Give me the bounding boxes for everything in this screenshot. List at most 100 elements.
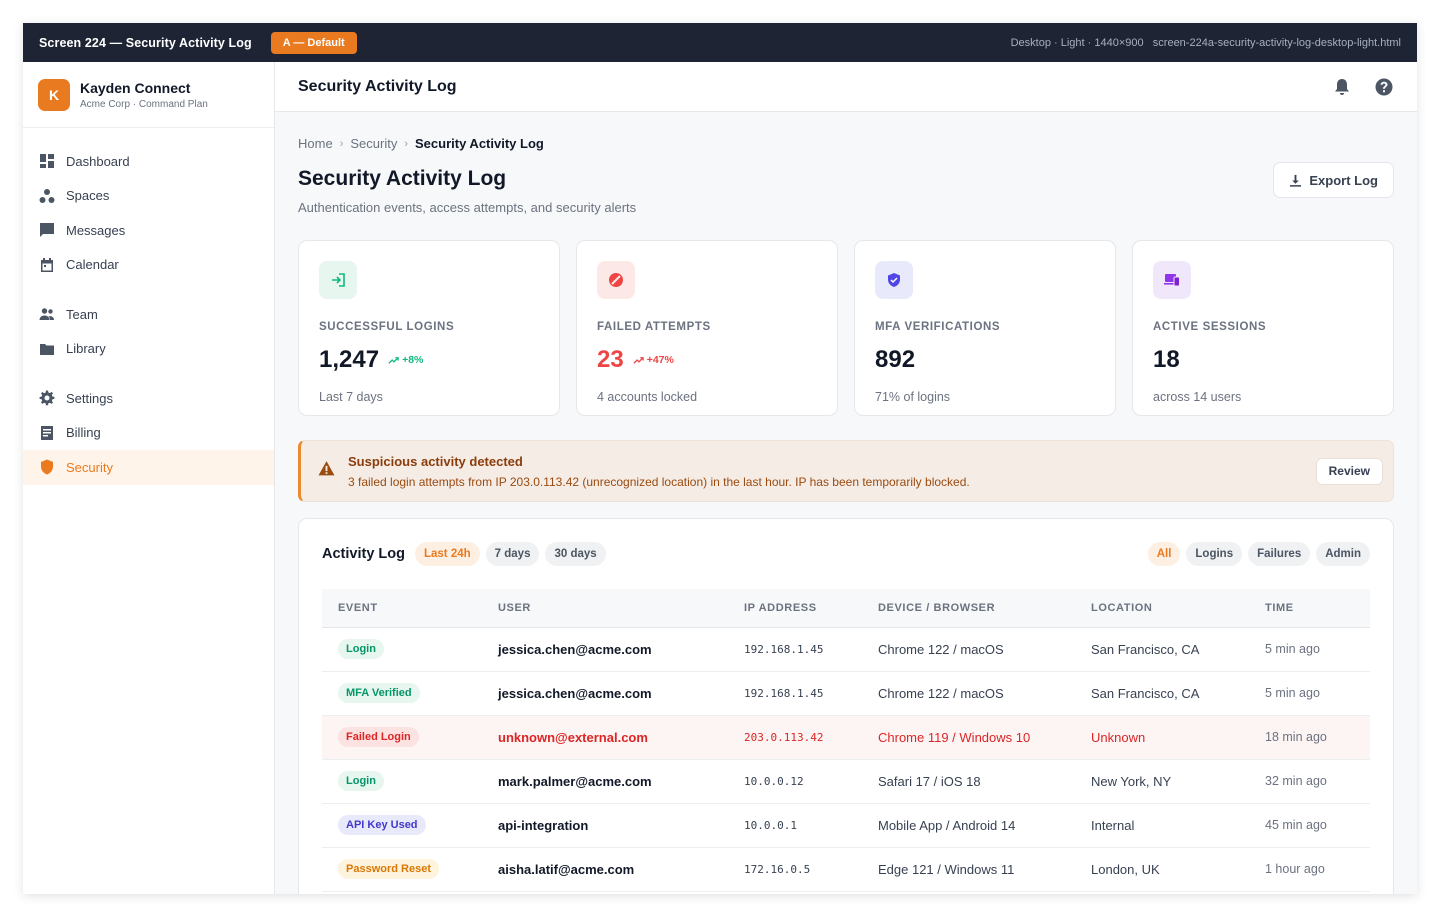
brand[interactable]: K Kayden Connect Acme Corp · Command Pla… [23, 62, 274, 128]
row-device: Chrome 122 / macOS [862, 671, 1075, 716]
stat-value: 23 [597, 346, 624, 373]
row-time: 5 min ago [1249, 671, 1370, 716]
row-user: jessica.chen@acme.com [482, 671, 728, 716]
activity-log-card: Activity Log Last 24h 7 days 30 days All… [298, 518, 1394, 894]
stat-trend: +47% [633, 354, 674, 366]
stat-card-active-sessions: ACTIVE SESSIONS 18 across 14 users [1132, 240, 1394, 416]
event-badge: Password Reset [338, 859, 439, 879]
row-time: 5 min ago [1249, 627, 1370, 672]
table-row[interactable]: API Key Used api-integration 10.0.0.1 Mo… [322, 803, 1370, 848]
filter-failures[interactable]: Failures [1248, 542, 1311, 566]
row-user: api-integration [482, 803, 728, 848]
sidebar-item-label: Security [66, 459, 113, 475]
filter-all[interactable]: All [1147, 542, 1181, 566]
row-ip: 172.16.0.5 [728, 847, 862, 892]
row-device: Mobile App / Android 14 [862, 803, 1075, 848]
table-row[interactable]: Password Reset aisha.latif@acme.com 172.… [322, 847, 1370, 892]
table-row[interactable]: Failed Login unknown@external.com 203.0.… [322, 715, 1370, 760]
stat-value: 892 [875, 346, 916, 373]
column-header-ip[interactable]: IP ADDRESS [728, 589, 862, 628]
alert-body: 3 failed login attempts from IP 203.0.11… [348, 474, 970, 489]
range-last-24h[interactable]: Last 24h [414, 542, 480, 566]
sidebar-item-label: Settings [66, 390, 113, 406]
sidebar-item-library[interactable]: Library [23, 332, 274, 367]
row-time: 45 min ago [1249, 803, 1370, 848]
stat-trend-value: +8% [402, 354, 424, 366]
sidebar-item-label: Team [66, 306, 98, 322]
suspicious-activity-alert: Suspicious activity detected 3 failed lo… [298, 440, 1394, 502]
sidebar-item-messages[interactable]: Messages [23, 213, 274, 248]
breadcrumb-home[interactable]: Home [298, 136, 333, 151]
column-header-device[interactable]: DEVICE / BROWSER [862, 589, 1075, 628]
stat-value: 18 [1153, 346, 1180, 373]
table-row[interactable]: MFA Verified jessica.chen@acme.com 192.1… [322, 671, 1370, 716]
activity-log-title: Activity Log [322, 546, 405, 562]
alert-title: Suspicious activity detected [348, 453, 523, 469]
row-location: New York, NY [1075, 759, 1249, 804]
sidebar-item-spaces[interactable]: Spaces [23, 179, 274, 214]
range-30-days[interactable]: 30 days [545, 542, 606, 566]
devices-icon [1164, 274, 1180, 287]
stat-trend: +8% [388, 354, 423, 366]
sidebar-item-billing[interactable]: Billing [23, 416, 274, 451]
range-7-days[interactable]: 7 days [485, 542, 540, 566]
sidebar-item-team[interactable]: Team [23, 297, 274, 332]
sidebar: K Kayden Connect Acme Corp · Command Pla… [23, 62, 275, 894]
row-device: Edge 121 / Windows 11 [862, 847, 1075, 892]
export-log-button[interactable]: Export Log [1273, 162, 1394, 198]
sidebar-item-label: Spaces [66, 188, 110, 204]
brand-logo: K [38, 78, 70, 111]
row-time: 32 min ago [1249, 759, 1370, 804]
sidebar-item-security[interactable]: Security [23, 450, 274, 485]
row-ip: 192.168.1.45 [728, 627, 862, 672]
variant-badge[interactable]: A — Default [270, 31, 357, 54]
stat-card-failed-attempts: FAILED ATTEMPTS 23 +47% 4 accounts locke… [576, 240, 838, 416]
main-content: Security Activity Log Home › Security › … [275, 62, 1417, 894]
row-time: 18 min ago [1249, 715, 1370, 760]
sidebar-item-calendar[interactable]: Calendar [23, 248, 274, 283]
stat-label: MFA VERIFICATIONS [875, 321, 1001, 333]
trend-up-icon [633, 356, 644, 364]
filter-logins[interactable]: Logins [1186, 542, 1243, 566]
help-icon[interactable] [1374, 77, 1394, 97]
row-location: London, UK [1075, 847, 1249, 892]
column-header-location[interactable]: LOCATION [1075, 589, 1249, 628]
bell-icon[interactable] [1332, 77, 1352, 97]
stat-icon-bg [597, 261, 635, 299]
stat-label: ACTIVE SESSIONS [1153, 321, 1267, 333]
review-button[interactable]: Review [1315, 457, 1383, 485]
dashboard-icon [40, 154, 54, 169]
row-location: San Francisco, CA [1075, 627, 1249, 672]
row-ip: 10.0.0.12 [728, 759, 862, 804]
breadcrumb-security[interactable]: Security [350, 136, 397, 151]
billing-icon [41, 425, 53, 440]
sidebar-item-settings[interactable]: Settings [23, 381, 274, 416]
chevron-right-icon: › [339, 137, 344, 150]
table-row[interactable]: Login jessica.chen@acme.com 192.168.1.45… [322, 627, 1370, 672]
download-icon [1290, 174, 1302, 187]
row-user: unknown@external.com [482, 715, 728, 760]
app-window: Screen 224 — Security Activity Log A — D… [23, 23, 1417, 894]
column-header-user[interactable]: USER [482, 589, 728, 628]
login-icon [332, 273, 345, 287]
row-ip: 10.0.0.1 [728, 803, 862, 848]
row-location: Unknown [1075, 715, 1249, 760]
table-row[interactable]: Login mark.palmer@acme.com 10.0.0.12 Saf… [322, 759, 1370, 804]
stat-foot: 71% of logins [875, 390, 951, 404]
row-device: Chrome 119 / Windows 10 [862, 715, 1075, 760]
column-header-event[interactable]: EVENT [322, 589, 482, 628]
row-user: jessica.chen@acme.com [482, 627, 728, 672]
export-log-label: Export Log [1309, 172, 1378, 188]
shield-icon [41, 459, 53, 475]
row-ip: 203.0.113.42 [728, 715, 862, 760]
stat-trend-value: +47% [646, 354, 674, 366]
filter-admin[interactable]: Admin [1316, 542, 1370, 566]
sidebar-item-dashboard[interactable]: Dashboard [23, 144, 274, 179]
column-header-time[interactable]: TIME [1249, 589, 1370, 628]
brand-plan: Acme Corp · Command Plan [80, 98, 208, 110]
stat-icon-bg [1153, 261, 1191, 299]
page-subtitle: Authentication events, access attempts, … [298, 200, 637, 215]
brand-name: Kayden Connect [80, 79, 191, 96]
event-filters: All Logins Failures Admin [1147, 542, 1370, 566]
folder-icon [40, 343, 54, 355]
